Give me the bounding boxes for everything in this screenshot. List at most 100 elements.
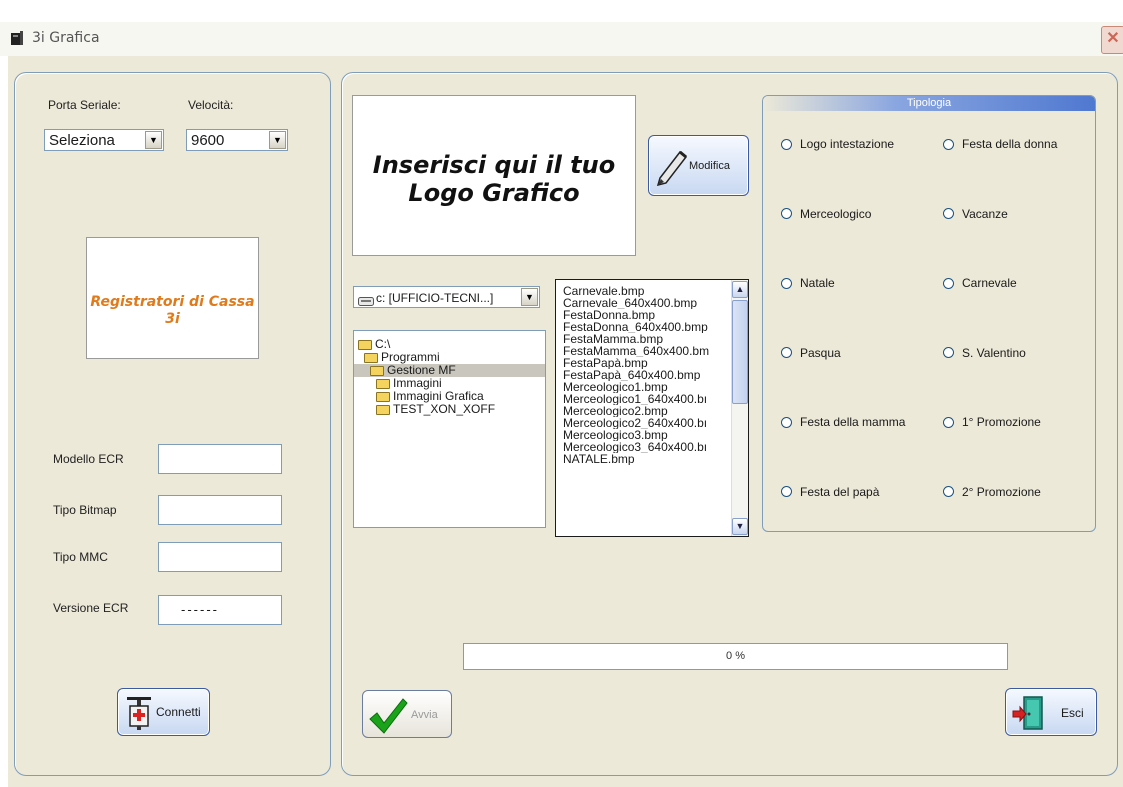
tipologia-radio[interactable]: 1° Promozione bbox=[943, 414, 1041, 430]
folder-tree[interactable]: C:\ Programmi Gestione MF Immagini Immagini … bbox=[353, 330, 546, 528]
tipologia-radio[interactable]: Festa del papà bbox=[781, 484, 879, 500]
scroll-thumb[interactable] bbox=[732, 300, 748, 404]
folder-label: Immagini bbox=[393, 376, 442, 390]
folder-open-icon bbox=[364, 352, 378, 363]
file-item[interactable]: Merceologico1_640x400.bı bbox=[563, 393, 725, 405]
avvia-label: Avvia bbox=[411, 709, 438, 721]
tipologia-radio-label: Festa della mamma bbox=[800, 415, 906, 429]
file-item[interactable]: Merceologico3_640x400.bı bbox=[563, 441, 725, 453]
tipologia-radio[interactable]: Pasqua bbox=[781, 345, 841, 361]
brand-logo-text: Registratori di Cassa 3i bbox=[90, 294, 255, 327]
tipologia-radio[interactable]: Carnevale bbox=[943, 275, 1017, 291]
folder-open-icon bbox=[358, 339, 372, 350]
pencil-icon bbox=[654, 146, 690, 189]
connector-icon bbox=[125, 696, 153, 733]
radio-icon[interactable] bbox=[943, 208, 954, 219]
chevron-down-icon[interactable]: ▼ bbox=[145, 131, 162, 149]
radio-icon[interactable] bbox=[943, 416, 954, 428]
radio-icon[interactable] bbox=[943, 347, 954, 358]
file-item[interactable]: Merceologico2_640x400.bı bbox=[563, 417, 725, 429]
speed-select[interactable]: 9600 ▼ bbox=[186, 129, 288, 151]
folder-icon bbox=[376, 404, 390, 415]
radio-icon[interactable] bbox=[781, 208, 792, 219]
connection-panel bbox=[14, 72, 331, 776]
file-item[interactable]: Carnevale_640x400.bmp bbox=[563, 297, 725, 309]
drive-icon bbox=[358, 292, 374, 314]
tipologia-radio[interactable]: Festa della mamma bbox=[781, 414, 905, 430]
exit-door-icon bbox=[1012, 695, 1046, 734]
chevron-down-icon[interactable]: ▼ bbox=[269, 131, 286, 149]
radio-icon[interactable] bbox=[781, 347, 792, 358]
folder-label: Gestione MF bbox=[387, 363, 456, 377]
tipologia-radio[interactable]: Merceologico bbox=[781, 206, 871, 222]
radio-icon[interactable] bbox=[943, 138, 954, 150]
mmc-field[interactable] bbox=[158, 542, 282, 572]
radio-icon[interactable] bbox=[781, 416, 792, 428]
tipologia-radio-label: 2° Promozione bbox=[962, 484, 1041, 499]
port-select[interactable]: Seleziona ▼ bbox=[44, 129, 164, 151]
logo-preview-line1: Inserisci qui il tuo bbox=[372, 151, 616, 179]
file-list[interactable]: Carnevale.bmp Carnevale_640x400.bmp FestaD… bbox=[555, 279, 749, 537]
folder-label: Programmi bbox=[381, 350, 440, 364]
port-select-value: Seleziona bbox=[49, 132, 115, 149]
port-label: Porta Seriale: bbox=[48, 98, 121, 112]
bitmap-label: Tipo Bitmap bbox=[53, 503, 117, 517]
file-item[interactable]: FestaDonna_640x400.bmp bbox=[563, 321, 725, 333]
scroll-up-icon[interactable]: ▲ bbox=[732, 281, 748, 298]
folder-icon bbox=[376, 378, 390, 389]
tipologia-radio-label: S. Valentino bbox=[962, 345, 1026, 360]
esci-button[interactable]: Esci bbox=[1005, 688, 1097, 736]
radio-icon[interactable] bbox=[781, 138, 792, 150]
file-list-scrollbar[interactable]: ▲ ▼ bbox=[731, 280, 748, 536]
file-item[interactable]: Merceologico1.bmp bbox=[563, 381, 725, 393]
tipologia-radio-label: Festa della donna bbox=[962, 137, 1058, 151]
tipologia-radio[interactable]: 2° Promozione bbox=[943, 484, 1041, 500]
tipologia-radio[interactable]: Festa della donna bbox=[943, 136, 1057, 152]
file-item[interactable]: Carnevale.bmp bbox=[563, 285, 725, 297]
tipologia-radio-label: Festa del papà bbox=[800, 484, 880, 499]
modifica-label: Modifica bbox=[689, 160, 730, 172]
file-item[interactable]: FestaPapà.bmp bbox=[563, 357, 725, 369]
file-item[interactable]: NATALE.bmp bbox=[563, 453, 725, 465]
tipologia-radio[interactable]: Vacanze bbox=[943, 206, 1008, 222]
title-bar bbox=[0, 22, 1123, 56]
file-item[interactable]: Merceologico2.bmp bbox=[563, 405, 725, 417]
versione-field[interactable]: ------ bbox=[158, 595, 282, 625]
file-item[interactable]: FestaMamma_640x400.bm bbox=[563, 345, 725, 357]
tipologia-radio[interactable]: Natale bbox=[781, 275, 835, 291]
file-item[interactable]: FestaDonna.bmp bbox=[563, 309, 725, 321]
esci-label: Esci bbox=[1061, 706, 1084, 720]
connetti-button[interactable]: Connetti bbox=[117, 688, 210, 736]
avvia-button[interactable]: Avvia bbox=[362, 690, 452, 738]
progress-bar: 0 % bbox=[463, 643, 1008, 670]
radio-icon[interactable] bbox=[943, 277, 954, 289]
bitmap-field[interactable] bbox=[158, 495, 282, 525]
file-item[interactable]: FestaPapà_640x400.bmp bbox=[563, 369, 725, 381]
modifica-button[interactable]: Modifica bbox=[648, 135, 749, 196]
radio-icon[interactable] bbox=[943, 486, 954, 497]
versione-label: Versione ECR bbox=[53, 601, 129, 615]
folder-item[interactable]: Gestione MF bbox=[354, 364, 545, 377]
versione-value: ------ bbox=[181, 602, 219, 617]
modello-field[interactable] bbox=[158, 444, 282, 474]
tipologia-radio[interactable]: S. Valentino bbox=[943, 345, 1026, 361]
file-item[interactable]: FestaMamma.bmp bbox=[563, 333, 725, 345]
chevron-down-icon[interactable]: ▼ bbox=[521, 288, 538, 306]
tipologia-radio[interactable]: Logo intestazione bbox=[781, 136, 894, 152]
scroll-down-icon[interactable]: ▼ bbox=[732, 518, 748, 535]
speed-select-value: 9600 bbox=[191, 132, 225, 149]
close-button[interactable]: ✕ bbox=[1101, 26, 1123, 54]
tipologia-radio-label: Carnevale bbox=[962, 276, 1017, 290]
progress-label: 0 % bbox=[726, 650, 745, 662]
drive-select[interactable]: c: [UFFICIO-TECNI...] ▼ bbox=[353, 286, 540, 308]
folder-item[interactable]: TEST_XON_XOFF bbox=[354, 403, 545, 416]
folder-icon bbox=[376, 391, 390, 402]
radio-icon[interactable] bbox=[781, 486, 792, 497]
connetti-label: Connetti bbox=[156, 705, 201, 719]
logo-preview: Inserisci qui il tuo Logo Grafico bbox=[352, 95, 636, 256]
drive-select-value: c: [UFFICIO-TECNI...] bbox=[376, 291, 494, 305]
file-item[interactable]: Merceologico3.bmp bbox=[563, 429, 725, 441]
logo-preview-line2: Logo Grafico bbox=[408, 179, 580, 207]
check-icon bbox=[367, 695, 409, 740]
radio-icon[interactable] bbox=[781, 277, 792, 289]
